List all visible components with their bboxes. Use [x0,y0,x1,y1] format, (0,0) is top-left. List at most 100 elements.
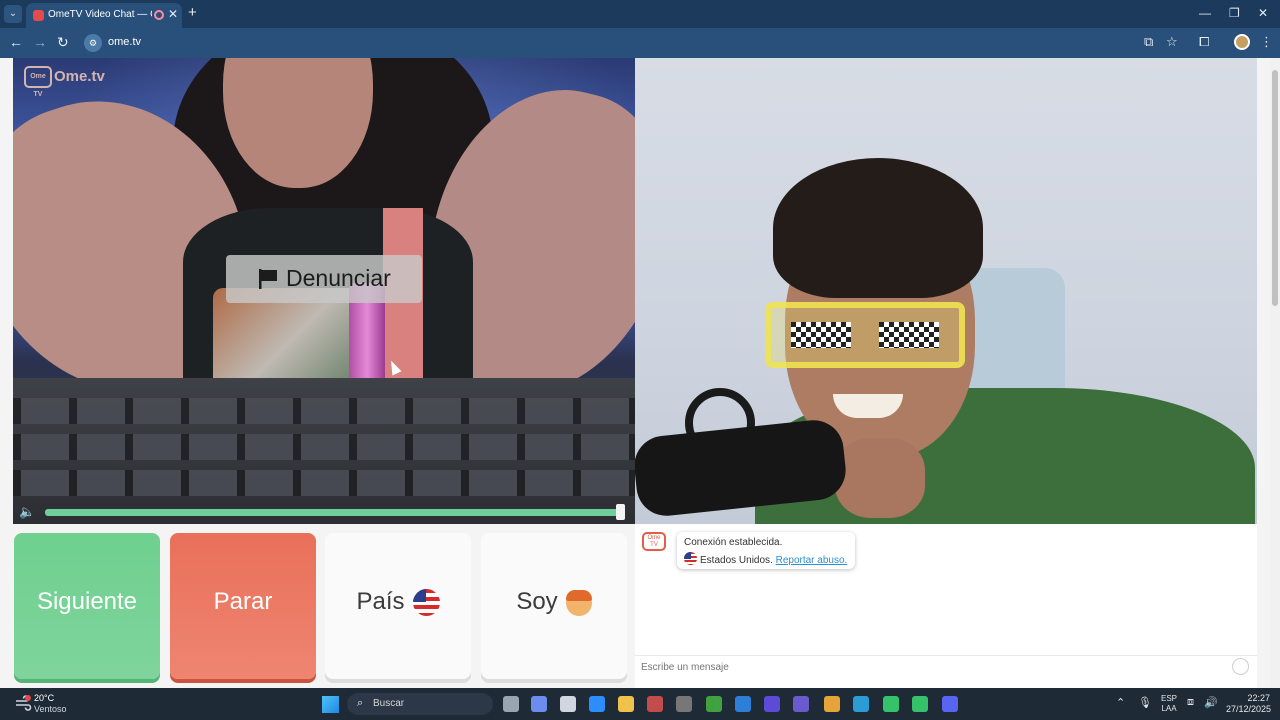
keyboard-layout: LAA [1161,704,1177,713]
minimize-icon[interactable]: — [1199,6,1211,20]
us-flag-icon [412,589,440,617]
tab-title: OmeTV Video Chat — Omegle [48,9,152,20]
edge-icon[interactable] [853,696,869,712]
keyboard-row [13,470,635,496]
microphone-icon[interactable]: 🎙 [1138,696,1152,709]
ometv-logo: Ome TVOme.tv [24,66,105,98]
flag-icon [259,269,277,289]
message-input[interactable] [641,659,1221,675]
windows-start-icon[interactable] [322,696,339,713]
scrollbar-thumb[interactable] [1272,70,1278,306]
volume-slider-handle[interactable] [616,504,625,520]
volume-speaker-icon[interactable]: 🔈 [19,504,35,520]
chrome-icon[interactable] [824,696,840,712]
new-tab-plus-icon[interactable]: + [188,4,197,21]
browser-toolbar: ← → ↻ ⚙ ome.tv ⧉ ☆ ⧠ ⋮ [0,28,1280,58]
page-scrollbar[interactable] [1270,58,1280,688]
vscode-icon[interactable] [735,696,751,712]
gender-button-label: Soy [516,588,558,615]
message-composer [635,655,1257,677]
close-window-icon[interactable]: ✕ [1258,6,1268,20]
page-content: 🔈 Siguiente Parar País Soy Ome TV Conexi… [0,58,1270,688]
weather-wind-icon[interactable] [14,694,32,712]
clock-time: 22:27 [1247,693,1270,703]
address-bar[interactable]: ⚙ ome.tv [82,32,1134,54]
chat-panel: Ome TV Conexión establecida. Estados Uni… [635,524,1257,688]
system-message-bubble: Conexión establecida. Estados Unidos. Re… [677,532,855,569]
ometv-chat-logo-icon: Ome TV [642,532,666,551]
stop-button-label: Parar [213,588,273,615]
us-flag-icon [684,552,697,565]
ometv-favicon-icon [33,10,44,21]
copilot-icon[interactable] [531,696,547,712]
report-button[interactable]: Denunciar [226,255,422,303]
profile-avatar[interactable] [1234,34,1250,50]
stranger-country-text: Estados Unidos. [700,555,773,566]
file-explorer-icon[interactable] [618,696,634,712]
photo-app-icon[interactable] [647,696,663,712]
browser-tab-ometv[interactable]: OmeTV Video Chat — Omegle ✕ [26,3,182,28]
network-icon[interactable]: ⧈ [1187,696,1194,709]
language-indicator[interactable]: ESP LAA [1161,694,1177,714]
url-text: ome.tv [108,36,142,48]
more-menu-icon[interactable]: ⋮ [1260,34,1273,50]
tray-chevron-up-icon[interactable]: ⌃ [1116,696,1125,709]
restore-icon[interactable]: ❐ [1229,6,1240,20]
ometv-logo-text: Ome.tv [54,67,105,85]
whatsapp-icon[interactable] [883,696,899,712]
windows-taskbar: 20°C Ventoso ⌕ Buscar ⌃ 🎙 ESP LAA ⧈ 🔊 22… [0,688,1280,720]
gender-button[interactable]: Soy [481,533,627,679]
discord-icon[interactable] [942,696,958,712]
keyboard-row [13,434,635,460]
recording-indicator-icon [154,10,164,20]
store-icon[interactable] [560,696,576,712]
reload-icon[interactable]: ↻ [57,34,69,51]
keyboard-row [13,398,635,424]
weather-description: Ventoso [34,704,67,714]
ometv-tv-icon: Ome TV [24,66,52,98]
self-video [635,58,1257,524]
glasses-pixels-left [791,322,851,348]
zoom-icon[interactable] [589,696,605,712]
android-app-icon[interactable] [912,696,928,712]
speaker-icon[interactable]: 🔊 [1204,696,1218,709]
teams-icon[interactable] [793,696,809,712]
weather-temperature: 20°C [34,693,55,703]
boy-face-icon [565,589,592,616]
glasses-pixels-right [879,322,939,348]
report-abuse-link[interactable]: Reportar abuso. [776,555,848,566]
taskbar-clock[interactable]: 22:27 27/12/2025 [1226,693,1272,715]
video-figure-hair [773,158,983,298]
report-button-label: Denunciar [286,265,391,291]
bookmark-star-icon[interactable]: ☆ [1166,34,1178,50]
connection-status-text: Conexión establecida. [684,537,783,548]
clock-date: 27/12/2025 [1226,704,1272,714]
volume-slider[interactable] [45,509,625,516]
stop-button[interactable]: Parar [170,533,316,679]
back-arrow-icon[interactable]: ← [9,34,23,50]
taskbar-search-label: Buscar [373,698,405,709]
browser-tabbar: ⌄ OmeTV Video Chat — Omegle ✕ + — ❐ ✕ [0,0,1280,28]
video-figure-hands [835,438,925,518]
tab-search-icon[interactable]: ⌄ [4,5,22,23]
language-code: ESP [1161,694,1178,703]
extensions-icon[interactable]: ⧠ [1199,34,1209,50]
task-view-icon[interactable] [503,696,519,712]
close-tab-icon[interactable]: ✕ [168,7,178,21]
emoji-picker-icon[interactable] [1232,658,1249,675]
capcut-icon[interactable] [676,696,692,712]
minecraft-icon[interactable] [706,696,722,712]
jetbrains-icon[interactable] [764,696,780,712]
search-icon: ⌕ [357,697,364,709]
forward-arrow-icon[interactable]: → [33,34,47,50]
site-info-icon[interactable]: ⚙ [84,34,102,52]
video-laptop-keyboard [13,378,635,524]
next-button[interactable]: Siguiente [14,533,160,679]
next-button-label: Siguiente [36,588,138,615]
country-button-label: País [356,588,405,615]
install-app-icon[interactable]: ⧉ [1144,34,1153,50]
taskbar-search[interactable]: ⌕ Buscar [347,693,493,715]
country-button[interactable]: País [325,533,471,679]
video-pixel-glasses [765,302,965,368]
stranger-country-line: Estados Unidos. Reportar abuso. [684,552,847,566]
